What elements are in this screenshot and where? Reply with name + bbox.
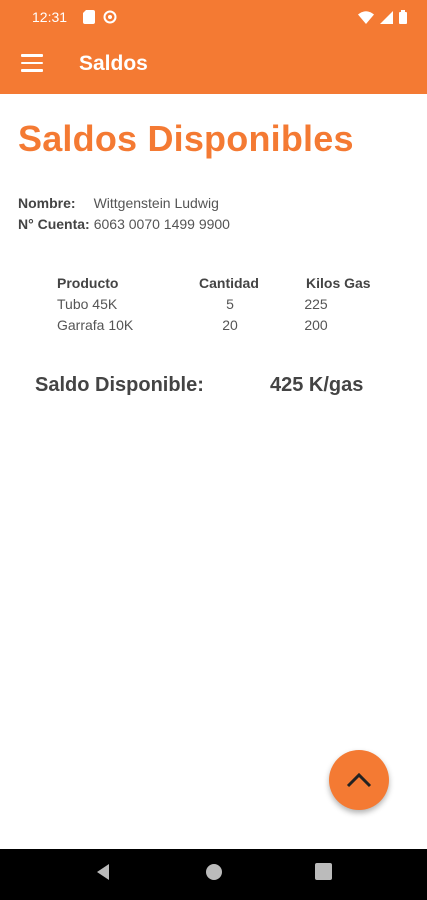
back-icon[interactable] bbox=[95, 863, 111, 881]
signal-icon bbox=[380, 10, 393, 24]
wifi-icon bbox=[358, 10, 374, 24]
status-bar: 12:31 bbox=[0, 0, 427, 36]
row-kilos: 200 bbox=[304, 317, 328, 333]
header-producto: Producto bbox=[57, 275, 119, 291]
nombre-row: Nombre: Wittgenstein Ludwig bbox=[18, 195, 219, 211]
status-time: 12:31 bbox=[32, 9, 68, 25]
cuenta-label: N° Cuenta: bbox=[18, 216, 90, 232]
page-title: Saldos Disponibles bbox=[18, 118, 354, 159]
app-bar: Saldos bbox=[0, 36, 427, 94]
saldo-value: 425 K/gas bbox=[270, 374, 364, 396]
chevron-up-icon bbox=[346, 772, 372, 788]
sync-icon bbox=[103, 10, 117, 24]
home-icon[interactable] bbox=[205, 863, 223, 881]
header-kilos-gas: Kilos Gas bbox=[306, 275, 371, 291]
header-cantidad: Cantidad bbox=[199, 275, 259, 291]
menu-icon[interactable] bbox=[21, 54, 43, 74]
nombre-value: Wittgenstein Ludwig bbox=[93, 195, 219, 211]
nombre-label: Nombre: bbox=[18, 195, 76, 211]
row-cantidad: 5 bbox=[226, 296, 234, 312]
scroll-top-button[interactable] bbox=[329, 750, 389, 810]
row-kilos: 225 bbox=[304, 296, 328, 312]
row-cantidad: 20 bbox=[222, 317, 238, 333]
cuenta-value: 6063 0070 1499 9900 bbox=[93, 216, 230, 232]
sd-card-icon bbox=[83, 10, 95, 24]
saldo-label: Saldo Disponible: bbox=[35, 374, 204, 396]
navigation-bar bbox=[0, 849, 427, 900]
recents-icon[interactable] bbox=[315, 863, 332, 880]
app-title: Saldos bbox=[79, 52, 148, 75]
row-producto: Garrafa 10K bbox=[57, 317, 134, 333]
battery-icon bbox=[399, 10, 407, 24]
cuenta-row: N° Cuenta: 6063 0070 1499 9900 bbox=[18, 216, 230, 232]
row-producto: Tubo 45K bbox=[57, 296, 118, 312]
